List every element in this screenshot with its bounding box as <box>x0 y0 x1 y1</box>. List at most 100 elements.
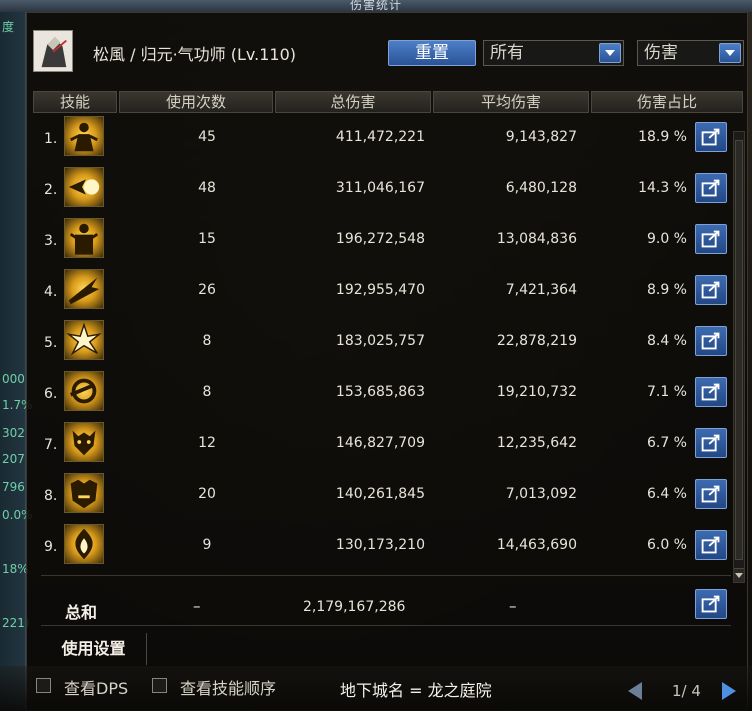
summary-total-damage: 2,179,167,286 <box>303 599 406 615</box>
share-icon[interactable] <box>695 530 727 560</box>
list-scrollbar[interactable] <box>733 131 745 583</box>
left-side-panel: 度 000 1.7% 302 207 796 0.0% 18% 221) <box>0 0 33 711</box>
strip-label: 207 <box>2 452 25 466</box>
flame-palm-skill-icon <box>64 524 104 564</box>
character-avatar-icon <box>34 31 72 71</box>
average-damage: 12,235,642 <box>496 435 577 451</box>
skill-damage-list: 1. 45 411,472,221 9,143,827 18.9 % 2. 48… <box>27 113 747 573</box>
prev-page-icon[interactable] <box>628 682 642 700</box>
damage-share: 9.0 % <box>646 231 687 247</box>
check-order-checkbox[interactable] <box>152 678 167 693</box>
share-icon[interactable] <box>695 224 727 254</box>
lion-roar-skill-icon <box>64 473 104 513</box>
row-rank: 5. <box>44 335 58 351</box>
share-icon[interactable] <box>695 479 727 509</box>
tiger-skill-icon <box>64 422 104 462</box>
column-header-skill[interactable]: 技能 <box>33 91 117 113</box>
use-count: 8 <box>202 384 212 400</box>
burst-skill-icon <box>64 320 104 360</box>
summary-average: – <box>509 597 517 615</box>
column-header-avg[interactable]: 平均伤害 <box>433 91 589 113</box>
total-damage: 196,272,548 <box>335 231 425 247</box>
total-damage: 146,827,709 <box>335 435 425 451</box>
average-damage: 6,480,128 <box>505 180 577 196</box>
average-damage: 22,878,219 <box>496 333 577 349</box>
column-header-count[interactable]: 使用次数 <box>119 91 273 113</box>
power-stance-skill-icon <box>64 218 104 258</box>
use-count: 26 <box>198 282 216 298</box>
row-rank: 1. <box>44 131 58 147</box>
total-damage: 183,025,757 <box>335 333 425 349</box>
check-order-label: 查看技能顺序 <box>180 679 277 698</box>
summary-label: 总和 <box>65 603 98 622</box>
use-count: 9 <box>202 537 212 553</box>
spiral-kick-skill-icon <box>64 371 104 411</box>
share-icon[interactable] <box>695 122 727 152</box>
reset-button[interactable]: 重置 <box>388 40 476 66</box>
share-icon[interactable] <box>695 589 727 619</box>
metric-select-value: 伤害 <box>644 43 678 63</box>
column-header-total[interactable]: 总伤害 <box>275 91 431 113</box>
table-row[interactable]: 5. 8 183,025,757 22,878,219 8.4 % <box>27 317 747 368</box>
average-damage: 13,084,836 <box>496 231 577 247</box>
total-damage: 192,955,470 <box>335 282 425 298</box>
use-count: 20 <box>198 486 216 502</box>
share-icon[interactable] <box>695 428 727 458</box>
energy-blast-skill-icon <box>64 167 104 207</box>
divider <box>41 575 731 576</box>
character-portrait <box>33 30 73 72</box>
damage-share: 7.1 % <box>646 384 687 400</box>
summary-count: – <box>193 597 201 615</box>
table-row[interactable]: 3. 15 196,272,548 13,084,836 9.0 % <box>27 215 747 266</box>
strip-label: 796 <box>2 480 25 494</box>
tab-usage-settings[interactable]: 使用设置 <box>41 633 147 665</box>
page-indicator: 1/ 4 <box>672 682 701 700</box>
check-dps-checkbox[interactable] <box>36 678 51 693</box>
column-header-share[interactable]: 伤害占比 <box>591 91 743 113</box>
share-icon[interactable] <box>695 173 727 203</box>
filter-select[interactable]: 所有 <box>483 40 624 66</box>
average-damage: 7,013,092 <box>505 486 577 502</box>
damage-share: 18.9 % <box>638 129 687 145</box>
metric-select[interactable]: 伤害 <box>637 40 744 66</box>
table-row[interactable]: 9. 9 130,173,210 14,463,690 6.0 % <box>27 521 747 572</box>
share-icon[interactable] <box>695 275 727 305</box>
damage-share: 6.0 % <box>646 537 687 553</box>
total-damage: 411,472,221 <box>335 129 425 145</box>
chevron-down-icon[interactable] <box>599 43 621 63</box>
next-page-icon[interactable] <box>722 682 736 700</box>
damage-stats-window: 松風 / 归元·气功师 (Lv.110) 重置 所有 伤害 技能 使用次数 总伤… <box>26 12 748 711</box>
row-rank: 2. <box>44 182 58 198</box>
table-row[interactable]: 7. 12 146,827,709 12,235,642 6.7 % <box>27 419 747 470</box>
row-rank: 8. <box>44 488 58 504</box>
share-icon[interactable] <box>695 377 727 407</box>
scroll-down-icon[interactable] <box>734 568 744 582</box>
chevron-down-icon[interactable] <box>719 43 741 63</box>
scrollbar-thumb[interactable] <box>735 140 743 560</box>
window-title-bar[interactable]: 伤害统计 <box>0 0 752 12</box>
damage-share: 6.4 % <box>646 486 687 502</box>
use-count: 8 <box>202 333 212 349</box>
table-row[interactable]: 4. 26 192,955,470 7,421,364 8.9 % <box>27 266 747 317</box>
use-count: 15 <box>198 231 216 247</box>
row-rank: 4. <box>44 284 58 300</box>
row-rank: 6. <box>44 386 58 402</box>
damage-share: 8.9 % <box>646 282 687 298</box>
table-row[interactable]: 2. 48 311,046,167 6,480,128 14.3 % <box>27 164 747 215</box>
table-row[interactable]: 6. 8 153,685,863 19,210,732 7.1 % <box>27 368 747 419</box>
meditation-skill-icon <box>64 116 104 156</box>
use-count: 45 <box>198 129 216 145</box>
average-damage: 19,210,732 <box>496 384 577 400</box>
table-row[interactable]: 8. 20 140,261,845 7,013,092 6.4 % <box>27 470 747 521</box>
use-count: 12 <box>198 435 216 451</box>
share-icon[interactable] <box>695 326 727 356</box>
table-row[interactable]: 1. 45 411,472,221 9,143,827 18.9 % <box>27 113 747 164</box>
row-rank: 9. <box>44 539 58 555</box>
dungeon-name: 地下城名 = 龙之庭院 <box>340 681 492 700</box>
use-count: 48 <box>198 180 216 196</box>
strip-label: 000 <box>2 372 25 386</box>
filter-select-value: 所有 <box>490 43 524 63</box>
dash-strike-skill-icon <box>64 269 104 309</box>
average-damage: 14,463,690 <box>496 537 577 553</box>
average-damage: 7,421,364 <box>505 282 577 298</box>
